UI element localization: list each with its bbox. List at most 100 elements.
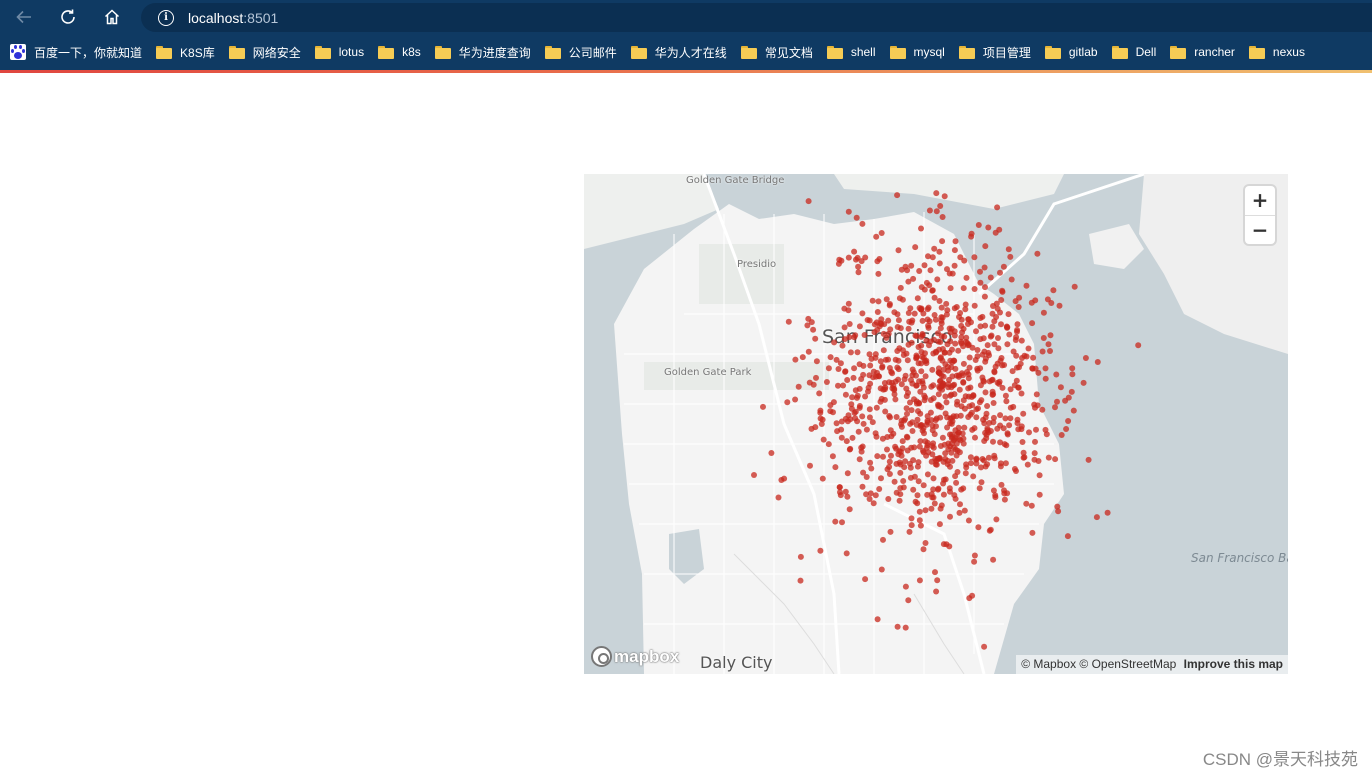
scatter-point xyxy=(850,374,857,381)
scatter-point xyxy=(817,407,824,414)
scatter-point xyxy=(887,414,893,421)
scatter-point xyxy=(949,418,956,425)
scatter-point xyxy=(886,365,893,371)
improve-map-link[interactable]: Improve this map xyxy=(1184,657,1283,671)
folder-icon xyxy=(228,45,245,59)
scatter-point xyxy=(971,552,978,559)
scatter-point xyxy=(925,322,932,329)
scatter-point xyxy=(1019,439,1026,445)
url-text: localhost:8501 xyxy=(188,9,279,26)
scatter-point xyxy=(873,404,880,411)
scatter-point xyxy=(920,425,927,432)
scatter-point xyxy=(916,268,923,274)
bookmark-item[interactable]: gitlab xyxy=(1044,39,1098,65)
scatter-point xyxy=(1001,496,1008,503)
scatter-point xyxy=(751,472,757,478)
scatter-point xyxy=(981,264,988,271)
scatter-point xyxy=(960,379,967,385)
attribution-text[interactable]: © Mapbox © OpenStreetMap xyxy=(1021,657,1176,671)
scatter-point xyxy=(992,229,999,236)
scatter-point xyxy=(962,470,969,477)
bookmark-item[interactable]: rancher xyxy=(1170,39,1235,65)
scatter-point xyxy=(946,485,953,492)
scatter-point xyxy=(989,310,996,317)
scatter-point xyxy=(1021,352,1028,359)
bookmark-item[interactable]: 常见文档 xyxy=(740,39,813,65)
folder-icon xyxy=(544,45,561,59)
scatter-point xyxy=(1104,509,1111,516)
bookmarks-bar: 百度一下，你就知道 K8S库 网络安全 lotus k8s 华为进度查询 公司邮件 华为人才在… xyxy=(0,34,1372,70)
scatter-point xyxy=(867,380,874,387)
scatter-point xyxy=(895,317,902,324)
scatter-point xyxy=(919,353,926,360)
folder-icon xyxy=(958,45,975,59)
scatter-point xyxy=(903,393,910,400)
scatter-point xyxy=(968,409,975,416)
scatter-point xyxy=(832,464,839,471)
home-icon xyxy=(104,9,120,25)
scatter-point xyxy=(965,517,972,524)
scatter-point xyxy=(852,332,859,339)
bookmark-item[interactable]: lotus xyxy=(314,39,364,65)
scatter-point xyxy=(864,317,871,323)
address-bar[interactable]: i localhost:8501 xyxy=(141,3,1372,32)
scatter-point xyxy=(812,424,819,431)
mapbox-logo[interactable]: mapbox xyxy=(591,646,679,667)
scatter-point xyxy=(882,408,889,415)
folder-icon xyxy=(1248,45,1265,59)
scatter-point xyxy=(960,285,967,292)
zoom-out-button[interactable]: − xyxy=(1245,215,1275,244)
bookmark-item[interactable]: 华为人才在线 xyxy=(630,39,727,65)
scatter-point xyxy=(922,507,929,514)
home-button[interactable] xyxy=(99,5,125,29)
scatter-point xyxy=(911,473,918,480)
scatter-point xyxy=(1055,508,1062,515)
scatter-point xyxy=(1062,397,1069,404)
bookmark-label: 项目管理 xyxy=(982,45,1031,60)
scatter-point xyxy=(949,346,955,353)
refresh-button[interactable] xyxy=(55,5,81,29)
bookmark-item[interactable]: 网络安全 xyxy=(228,39,301,65)
bookmark-item[interactable]: Dell xyxy=(1111,39,1156,65)
scatter-point xyxy=(881,380,888,386)
scatter-point xyxy=(939,383,946,390)
scatter-point xyxy=(916,517,923,524)
scatter-point xyxy=(908,262,915,269)
scatter-point xyxy=(971,302,978,309)
scatter-point xyxy=(830,409,836,416)
bookmark-item[interactable]: 项目管理 xyxy=(958,39,1031,65)
scatter-layer xyxy=(751,190,1142,650)
scatter-point xyxy=(827,354,834,361)
scatter-point xyxy=(933,461,940,468)
scatter-point xyxy=(930,494,937,501)
scatter-point xyxy=(849,434,856,441)
bookmark-item[interactable]: nexus xyxy=(1248,39,1305,65)
scatter-point xyxy=(971,558,978,565)
bookmark-item[interactable]: 公司邮件 xyxy=(544,39,617,65)
bookmark-item[interactable]: mysql xyxy=(889,39,945,65)
map-container[interactable]: Golden Gate Bridge Presidio Golden Gate … xyxy=(584,174,1288,674)
scatter-point xyxy=(1043,431,1050,438)
scatter-point xyxy=(947,431,953,438)
scatter-point xyxy=(1014,321,1021,328)
zoom-in-button[interactable]: + xyxy=(1245,186,1275,215)
bookmark-item[interactable]: k8s xyxy=(378,39,421,65)
scatter-point xyxy=(939,314,946,321)
scatter-point xyxy=(1032,438,1038,445)
bookmark-item[interactable]: K8S库 xyxy=(156,39,215,65)
scatter-point xyxy=(856,403,863,409)
site-info-icon[interactable]: i xyxy=(158,9,174,26)
scatter-point xyxy=(896,497,903,504)
scatter-point xyxy=(982,358,989,365)
bookmark-label: K8S库 xyxy=(180,45,215,60)
scatter-point xyxy=(849,394,856,401)
scatter-point xyxy=(799,354,806,361)
bookmark-item[interactable]: shell xyxy=(826,39,876,65)
bookmark-item[interactable]: 百度一下，你就知道 xyxy=(10,39,142,65)
scatter-point xyxy=(911,310,918,317)
scatter-point xyxy=(952,340,959,347)
bookmark-item[interactable]: 华为进度查询 xyxy=(434,39,531,65)
scatter-point xyxy=(953,304,960,310)
back-button[interactable] xyxy=(11,5,37,29)
scatter-point xyxy=(797,577,804,584)
